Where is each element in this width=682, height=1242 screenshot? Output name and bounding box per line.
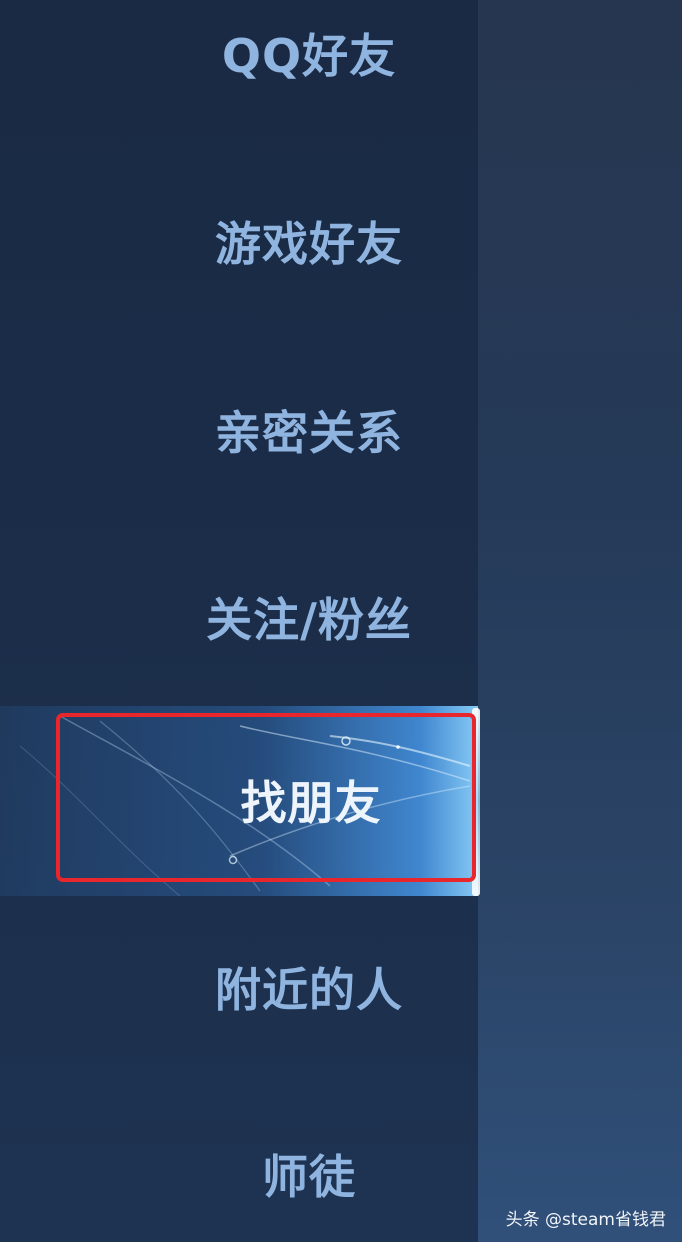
red-highlight-annotation bbox=[56, 713, 476, 882]
menu-item-label: 关注/粉丝 bbox=[206, 593, 412, 647]
menu-item-game-friends[interactable]: 游戏好友 bbox=[0, 166, 478, 316]
menu-item-nearby-people[interactable]: 附近的人 bbox=[0, 912, 478, 1062]
menu-item-qq-friends[interactable]: QQ好友 bbox=[0, 0, 478, 128]
menu-item-label: QQ好友 bbox=[221, 29, 397, 83]
content-panel bbox=[478, 0, 682, 1242]
watermark: 头条 @steam省钱君 bbox=[505, 1210, 666, 1230]
menu-item-mentor[interactable]: 师徒 bbox=[0, 1099, 478, 1242]
friends-screen: QQ好友 游戏好友 亲密关系 关注/粉丝 找朋友 附近的人 师徒 头条 @ste… bbox=[0, 0, 682, 1242]
menu-item-label: 附近的人 bbox=[215, 963, 403, 1017]
menu-item-label: 师徒 bbox=[262, 1150, 356, 1204]
friends-sidebar: QQ好友 游戏好友 亲密关系 关注/粉丝 找朋友 附近的人 师徒 bbox=[0, 0, 480, 1242]
menu-item-follow-fans[interactable]: 关注/粉丝 bbox=[0, 542, 478, 692]
menu-item-label: 游戏好友 bbox=[215, 217, 403, 271]
menu-item-intimate-relations[interactable]: 亲密关系 bbox=[0, 355, 478, 505]
menu-item-label: 亲密关系 bbox=[215, 406, 403, 460]
